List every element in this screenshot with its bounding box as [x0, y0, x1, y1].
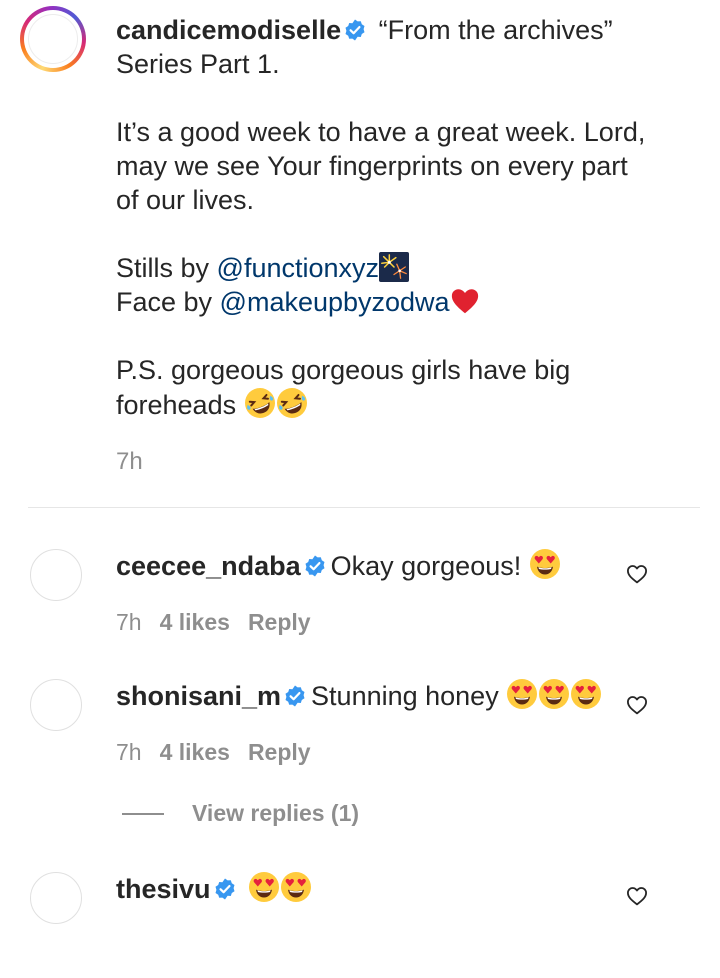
- verified-badge-icon: [213, 877, 237, 901]
- comment-likes[interactable]: 4 likes: [160, 739, 230, 765]
- comment-time: 7h: [116, 609, 142, 635]
- rofl-emoji-icon: [244, 387, 276, 419]
- rofl-emoji-icon: [276, 387, 308, 419]
- comment-body: Okay gorgeous!: [330, 551, 529, 581]
- heart-outline-icon[interactable]: [626, 886, 648, 906]
- divider: [28, 507, 700, 508]
- comment-username[interactable]: thesivu: [116, 874, 211, 904]
- comment-text: thesivu: [116, 871, 312, 906]
- fireworks-emoji-icon: [379, 252, 409, 282]
- reply-button[interactable]: Reply: [248, 609, 311, 635]
- mention-makeupbyzodwa[interactable]: @makeupbyzodwa: [220, 287, 450, 317]
- heart-eyes-emoji-icon: [280, 871, 312, 903]
- face-prefix: Face by: [116, 287, 220, 317]
- comment-row: ceecee_ndaba Okay gorgeous! 7h 4 likes Repl…: [0, 545, 720, 655]
- caption-text: candicemodiselle “From the archives” Ser…: [116, 13, 696, 422]
- verified-badge-icon: [343, 18, 367, 42]
- stills-prefix: Stills by: [116, 253, 217, 283]
- comment-username[interactable]: shonisani_m: [116, 681, 281, 711]
- comment-row: shonisani_m Stunning honey 7h 4 likes Reply: [0, 675, 720, 785]
- caption-line-2: Series Part 1.: [116, 49, 280, 79]
- heart-eyes-emoji-icon: [529, 548, 561, 580]
- caption-first-line: candicemodiselle “From the archives”: [116, 13, 696, 47]
- post-timestamp: 7h: [116, 448, 143, 475]
- comment-meta: 7h 4 likes Reply: [116, 739, 311, 766]
- mention-functionxyz[interactable]: @functionxyz: [217, 253, 379, 283]
- comment-likes[interactable]: 4 likes: [160, 609, 230, 635]
- heart-eyes-emoji-icon: [538, 678, 570, 710]
- caption-head: “From the archives”: [371, 15, 613, 45]
- commenter-avatar[interactable]: [30, 549, 82, 601]
- comment-meta: 7h 4 likes Reply: [116, 609, 311, 636]
- reply-button[interactable]: Reply: [248, 739, 311, 765]
- heart-outline-icon[interactable]: [626, 564, 648, 584]
- red-heart-emoji-icon: [450, 286, 480, 316]
- view-replies-button[interactable]: View replies (1): [122, 800, 359, 830]
- comment-text: ceecee_ndaba Okay gorgeous!: [116, 548, 561, 583]
- caption-paragraph: It’s a good week to have a great week. L…: [116, 117, 646, 215]
- heart-eyes-emoji-icon: [248, 871, 280, 903]
- author-username[interactable]: candicemodiselle: [116, 15, 341, 45]
- stills-credit: Stills by @functionxyz: [116, 251, 696, 285]
- commenter-avatar[interactable]: [30, 679, 82, 731]
- comment-text: shonisani_m Stunning honey: [116, 678, 602, 713]
- author-avatar-story-ring[interactable]: [20, 6, 86, 72]
- comment-body: [241, 874, 249, 904]
- comment-body: Stunning honey: [311, 681, 507, 711]
- face-credit: Face by @makeupbyzodwa: [116, 285, 696, 319]
- heart-outline-icon[interactable]: [626, 695, 648, 715]
- heart-eyes-emoji-icon: [506, 678, 538, 710]
- ps-body: P.S. gorgeous gorgeous girls have big fo…: [116, 355, 571, 420]
- verified-badge-icon: [303, 554, 327, 578]
- ps-text: P.S. gorgeous gorgeous girls have big fo…: [116, 353, 576, 422]
- heart-eyes-emoji-icon: [570, 678, 602, 710]
- comment-time: 7h: [116, 739, 142, 765]
- comment-row: thesivu: [0, 868, 720, 978]
- comment-username[interactable]: ceecee_ndaba: [116, 551, 301, 581]
- commenter-avatar[interactable]: [30, 872, 82, 924]
- view-replies-line: [122, 812, 164, 815]
- author-avatar[interactable]: [28, 14, 78, 64]
- view-replies-label[interactable]: View replies (1): [192, 800, 359, 826]
- verified-badge-icon: [283, 684, 307, 708]
